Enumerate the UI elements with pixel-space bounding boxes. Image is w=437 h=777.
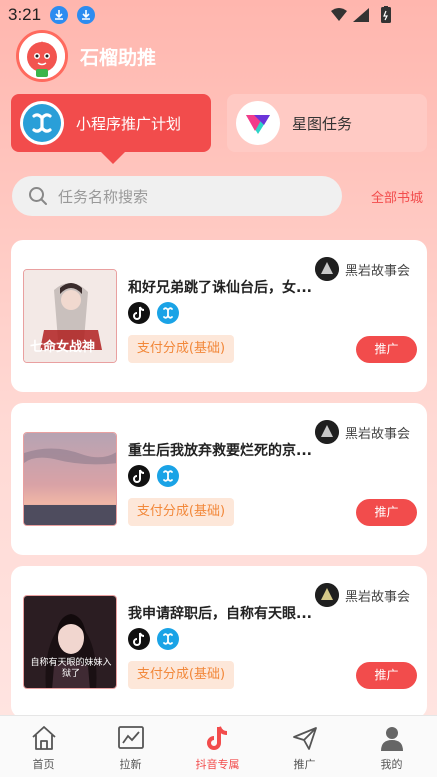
status-bar: 3:21: [0, 0, 437, 30]
download-icon: [77, 6, 95, 24]
task-title: 和好兄弟跳了诛仙台后，女...: [128, 280, 312, 296]
task-title: 我申请辞职后，自称有天眼...: [128, 606, 312, 622]
nav-item-douyin-exclusive[interactable]: 抖音专属: [174, 716, 261, 777]
mini-program-icon: [157, 628, 179, 650]
nav-label: 拉新: [119, 758, 142, 771]
nav-label: 我的: [380, 758, 403, 771]
nav-item-profile[interactable]: 我的: [348, 716, 435, 777]
home-icon: [32, 726, 56, 750]
reward-badge: 支付分成(基础): [128, 335, 234, 363]
task-title: 重生后我放弃救要烂死的京...: [128, 443, 312, 459]
nav-label: 推广: [293, 758, 316, 771]
promote-button[interactable]: 推广: [356, 499, 417, 526]
tiktok-icon: [128, 628, 150, 650]
tab-mini-program-promotion[interactable]: 小程序推广计划: [11, 94, 211, 164]
book-cover: [23, 432, 117, 526]
task-card[interactable]: 自称有天眼的妹妹入狱了 黑岩故事会 我申请辞职后，自称有天眼... 支付分成(基…: [11, 566, 427, 718]
nav-label: 抖音专属: [195, 758, 240, 771]
author-name: 黑岩故事会: [345, 427, 411, 442]
tiktok-icon: [128, 465, 150, 487]
system-status-icons: [331, 6, 391, 23]
cover-text: 自称有天眼的妹妹入狱了: [30, 658, 112, 679]
mini-program-icon: [20, 101, 64, 145]
status-time: 3:21: [8, 5, 42, 24]
tab-label: 星图任务: [292, 115, 353, 133]
tab-star-map-tasks[interactable]: 星图任务: [227, 94, 427, 152]
reward-badge: 支付分成(基础): [128, 661, 234, 689]
nav-item-acquire[interactable]: 拉新: [87, 716, 174, 777]
search-input[interactable]: 任务名称搜索: [12, 176, 342, 216]
task-card[interactable]: 黑岩故事会 重生后我放弃救要烂死的京... 支付分成(基础) 推广: [11, 403, 427, 555]
send-icon: [293, 727, 317, 750]
nav-item-promote[interactable]: 推广: [261, 716, 348, 777]
mini-program-icon: [157, 302, 179, 324]
tiktok-icon: [128, 302, 150, 324]
app-title: 石榴助推: [80, 47, 157, 69]
user-icon: [381, 727, 403, 751]
nav-label: 首页: [32, 758, 55, 771]
tiktok-icon: [207, 726, 228, 750]
cover-text: 七命女战神: [30, 340, 96, 355]
nav-item-home[interactable]: 首页: [0, 716, 87, 777]
author-name: 黑岩故事会: [345, 264, 411, 279]
app-logo: [16, 30, 68, 82]
book-cover: 七命女战神: [23, 269, 117, 363]
chart-icon: [118, 726, 144, 749]
bottom-navigation: 首页 拉新 抖音专属 推广 我的: [0, 715, 437, 777]
reward-badge: 支付分成(基础): [128, 498, 234, 526]
star-map-icon: [236, 101, 280, 145]
task-card[interactable]: 七命女战神 黑岩故事会 和好兄弟跳了诛仙台后，女... 支付分成(基础) 推广: [11, 240, 427, 392]
promote-button[interactable]: 推广: [356, 336, 417, 363]
search-placeholder: 任务名称搜索: [58, 188, 149, 206]
book-cover: 自称有天眼的妹妹入狱了: [23, 595, 117, 689]
download-icon: [50, 6, 68, 24]
promote-button[interactable]: 推广: [356, 662, 417, 689]
search-icon: [29, 187, 47, 205]
app-header: 石榴助推: [16, 30, 316, 84]
mini-program-icon: [157, 465, 179, 487]
all-books-link[interactable]: 全部书城: [371, 187, 423, 206]
author-name: 黑岩故事会: [345, 590, 411, 605]
tab-label: 小程序推广计划: [76, 115, 182, 133]
